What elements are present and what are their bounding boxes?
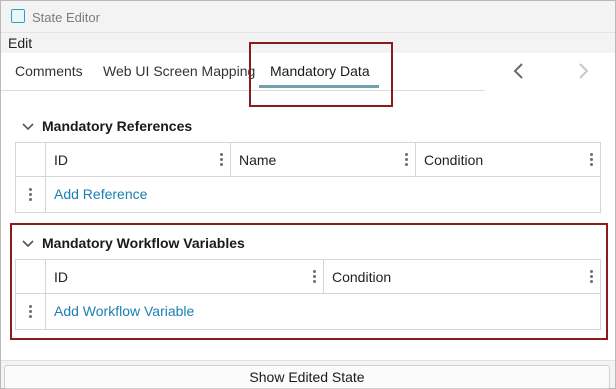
column-header-condition[interactable]: Condition (416, 143, 600, 177)
tab-highlight-box (249, 42, 393, 107)
workflow-variables-highlight-box (10, 223, 608, 340)
title-bar: State Editor (1, 1, 615, 33)
column-label: ID (54, 152, 68, 168)
footer-bar: Show Edited State (1, 360, 615, 389)
chevron-left-icon[interactable] (509, 61, 529, 81)
add-reference-row: Add Reference (16, 177, 600, 212)
row-gutter (16, 177, 46, 212)
row-menu-icon[interactable] (29, 188, 33, 202)
row-gutter-header (16, 143, 46, 177)
column-label: Name (239, 152, 277, 168)
add-reference-link[interactable]: Add Reference (54, 186, 147, 202)
window-title: State Editor (32, 10, 100, 25)
column-menu-icon[interactable] (590, 153, 594, 167)
tab-comments[interactable]: Comments (15, 63, 83, 79)
references-grid-header: ID Name Condition (16, 143, 600, 177)
column-label: Condition (424, 152, 484, 168)
column-header-id[interactable]: ID (46, 143, 231, 177)
column-menu-icon[interactable] (405, 153, 409, 167)
app-icon (11, 9, 25, 23)
menu-edit[interactable]: Edit (8, 35, 32, 51)
column-menu-icon[interactable] (220, 153, 224, 167)
references-grid: ID Name Condition Add Reference (15, 142, 601, 213)
chevron-right-icon[interactable] (573, 61, 593, 81)
column-header-name[interactable]: Name (231, 143, 416, 177)
references-title: Mandatory References (42, 118, 193, 134)
tab-web-ui-screen-mapping[interactable]: Web UI Screen Mapping (103, 63, 255, 79)
show-edited-state-button[interactable]: Show Edited State (4, 365, 610, 389)
tab-divider (1, 90, 485, 91)
state-editor-window: State Editor Edit Comments Web UI Screen… (0, 0, 616, 389)
chevron-down-icon[interactable] (21, 120, 35, 134)
references-section-header[interactable]: Mandatory References (21, 117, 421, 137)
